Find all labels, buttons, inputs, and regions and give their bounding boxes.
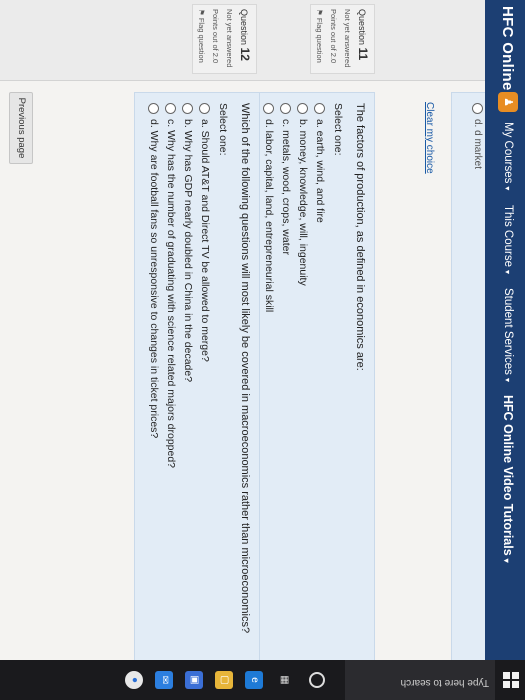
- question-points: Points out of 2.0: [329, 9, 338, 64]
- browser-screen: HFC Online ♟ My Courses ▾ This Course ▾ St…: [0, 0, 525, 700]
- task-view-icon[interactable]: ▦: [275, 671, 293, 689]
- flag-question-label: Flag question: [315, 17, 324, 63]
- answer-option[interactable]: c. Why has the number of graduating with…: [165, 103, 177, 673]
- answer-option[interactable]: d. Why are football fans so unresponsive…: [148, 103, 160, 673]
- nav-my-courses-label: My Courses: [502, 122, 514, 184]
- edge-icon[interactable]: e: [245, 671, 263, 689]
- option-label: a. Should AT&T and Direct TV be allowed …: [199, 119, 211, 362]
- answer-option[interactable]: d. labor, capital, land, entrepreneurial…: [263, 103, 275, 673]
- option-label: b. Why has GDP nearly doubled in China i…: [182, 119, 194, 383]
- option-label: c. Why has the number of graduating with…: [165, 119, 177, 469]
- radio-button[interactable]: [148, 103, 160, 114]
- nav-this-course-label: This Course: [502, 205, 514, 267]
- radio-button[interactable]: [297, 103, 309, 114]
- start-tile: [503, 681, 510, 688]
- option-label: d. Why are football fans so unresponsive…: [148, 119, 160, 439]
- question-info-column: Question 11 Not yet answered Points out …: [0, 0, 485, 81]
- nav-student-services-label: Student Services: [502, 288, 514, 375]
- file-explorer-icon[interactable]: ▢: [215, 671, 233, 689]
- question-text: Which of the following questions will mo…: [239, 103, 251, 634]
- question-points: Points out of 2.0: [211, 9, 220, 64]
- nav-my-courses[interactable]: My Courses ▾: [502, 122, 514, 190]
- previous-option[interactable]: d. d market: [472, 103, 483, 673]
- question-11-info: Question 11 Not yet answered Points out …: [310, 4, 375, 74]
- previous-question-tail: d. d market: [451, 92, 485, 684]
- radio-button[interactable]: [472, 103, 483, 114]
- chevron-down-icon: ▾: [503, 377, 512, 382]
- radio-button[interactable]: [182, 103, 194, 114]
- store-icon[interactable]: ▣: [185, 671, 203, 689]
- radio-button[interactable]: [314, 103, 326, 114]
- option-label: d. d market: [472, 119, 483, 170]
- question-number-value: 11: [356, 47, 370, 61]
- select-one-label: Select one:: [332, 103, 344, 156]
- start-tile: [503, 672, 510, 679]
- clear-my-choice-link[interactable]: Clear my choice: [424, 102, 435, 174]
- mail-icon[interactable]: ✉: [155, 671, 173, 689]
- option-label: d. labor, capital, land, entrepreneurial…: [263, 119, 275, 313]
- site-brand[interactable]: HFC Online: [499, 6, 516, 91]
- flag-icon: ⚑: [197, 9, 206, 16]
- nav-video-tutorials-label: HFC Online Video Tutorials: [501, 395, 515, 556]
- answer-option[interactable]: b. Why has GDP nearly doubled in China i…: [182, 103, 194, 673]
- radio-button[interactable]: [280, 103, 292, 114]
- radio-button[interactable]: [165, 103, 177, 114]
- question-status: Not yet answered: [225, 9, 234, 68]
- photo-frame: HFC Online ♟ My Courses ▾ This Course ▾ St…: [0, 0, 525, 700]
- question-number-value: 12: [238, 47, 252, 61]
- top-navbar: HFC Online ♟ My Courses ▾ This Course ▾ St…: [485, 0, 525, 700]
- option-label: a. earth, wind, and fire: [314, 119, 326, 223]
- question-12-info: Question 12 Not yet answered Points out …: [192, 4, 257, 74]
- option-label: c. metals, wood, crops, water: [280, 119, 292, 255]
- windows-start-icon[interactable]: [503, 672, 519, 688]
- question-text: The factors of production, as defined in…: [354, 103, 366, 371]
- answer-option[interactable]: a. earth, wind, and fire: [314, 103, 326, 673]
- answer-option[interactable]: b. money, knowledge, will, ingenuity: [297, 103, 309, 673]
- radio-button[interactable]: [199, 103, 211, 114]
- question-number: Question 11: [356, 9, 370, 69]
- nav-video-tutorials[interactable]: HFC Online Video Tutorials ▾: [501, 395, 515, 563]
- chevron-down-icon: ▾: [503, 270, 512, 275]
- radio-button[interactable]: [263, 103, 275, 114]
- nav-student-services[interactable]: Student Services ▾: [502, 288, 514, 382]
- question-number: Question 12: [238, 9, 252, 69]
- start-tile: [512, 672, 519, 679]
- question-label: Question: [357, 9, 367, 46]
- answer-option[interactable]: c. metals, wood, crops, water: [280, 103, 292, 673]
- windows-taskbar: Type here to search ▦ e ▢ ▣ ✉ ●: [0, 660, 525, 700]
- question-status: Not yet answered: [343, 9, 352, 68]
- cortana-icon[interactable]: [309, 672, 325, 688]
- chrome-icon[interactable]: ●: [125, 671, 143, 689]
- flag-question-label: Flag question: [197, 17, 206, 63]
- question-11-box: The factors of production, as defined in…: [249, 92, 375, 684]
- flag-question-button[interactable]: ⚑ Flag question: [315, 9, 324, 69]
- answer-option[interactable]: a. Should AT&T and Direct TV be allowed …: [199, 103, 211, 673]
- chevron-down-icon: ▾: [502, 558, 511, 563]
- question-label: Question: [239, 9, 249, 46]
- chevron-down-icon: ▾: [503, 186, 512, 191]
- question-12-box: Which of the following questions will mo…: [134, 92, 260, 684]
- flag-icon: ⚑: [315, 9, 324, 16]
- flag-question-button[interactable]: ⚑ Flag question: [197, 9, 206, 69]
- quiz-main: d. d market Clear my choice The factors …: [0, 82, 485, 700]
- user-group-icon[interactable]: ♟: [498, 92, 518, 112]
- taskbar-search-box[interactable]: Type here to search: [345, 660, 495, 700]
- nav-this-course[interactable]: This Course ▾: [502, 205, 514, 274]
- previous-page-button[interactable]: Previous page: [9, 92, 33, 164]
- option-label: b. money, knowledge, will, ingenuity: [297, 119, 309, 286]
- search-placeholder: Type here to search: [400, 677, 489, 688]
- start-tile: [512, 681, 519, 688]
- select-one-label: Select one:: [217, 103, 229, 156]
